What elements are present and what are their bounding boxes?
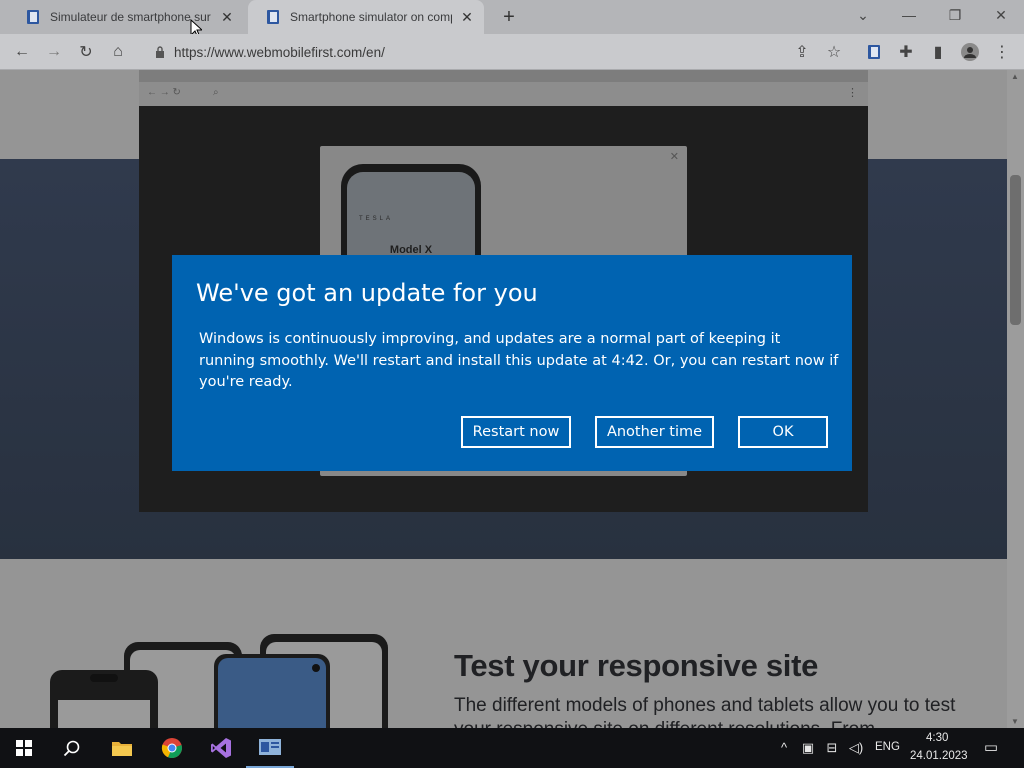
clock-time[interactable]: 4:30: [926, 732, 948, 744]
webmobilefirst-favicon-icon: [27, 10, 39, 24]
scroll-down-icon[interactable]: ▼: [1011, 717, 1019, 726]
close-window-button[interactable]: ✕: [978, 0, 1024, 30]
section-description: The different models of phones and table…: [454, 695, 956, 728]
search-icon: [63, 740, 80, 757]
tab-title: Smartphone simulator on computer: [290, 10, 452, 24]
url-text: https://www.webmobilefirst.com/en/: [174, 44, 385, 60]
modal-close-icon: ✕: [669, 151, 679, 163]
app-window-icon: [259, 739, 281, 755]
tab-title: Simulateur de smartphone sur ordinateur: [50, 10, 212, 24]
embedded-browser-toolbar: ← → ↻ ⌕ ⋮: [139, 82, 868, 106]
security-tray-icon[interactable]: ▣: [800, 740, 816, 756]
visual-studio-button[interactable]: [197, 728, 245, 768]
windows-taskbar: ^ ▣ ⊟ ◁) ENG 4:30 24.01.2023 ▭: [0, 728, 1024, 768]
browser-tab-bar: Simulateur de smartphone sur ordinateur …: [0, 0, 1024, 39]
forward-button[interactable]: →: [42, 40, 66, 64]
close-tab-icon[interactable]: ✕: [220, 9, 234, 26]
lock-icon: [156, 46, 164, 58]
visual-studio-icon: [211, 738, 231, 758]
page-scrollbar[interactable]: ▲ ▼: [1007, 70, 1024, 728]
dialog-title: We've got an update for you: [196, 279, 538, 307]
tab-smartphone-simulator[interactable]: Smartphone simulator on computer ✕: [248, 0, 484, 34]
windows-logo-icon: [16, 740, 32, 756]
another-time-button[interactable]: Another time: [595, 416, 714, 448]
tab-search-chevron-icon[interactable]: ⌄: [840, 0, 886, 30]
back-button[interactable]: ←: [10, 40, 34, 64]
address-bar[interactable]: https://www.webmobilefirst.com/en/: [140, 39, 856, 65]
notifications-icon[interactable]: ▭: [983, 740, 999, 756]
devices-illustration: [50, 634, 388, 728]
search-button[interactable]: [48, 728, 96, 768]
section-title: Test your responsive site: [454, 648, 819, 683]
embedded-menu-icon: ⋮: [847, 87, 858, 99]
profile-avatar-icon[interactable]: [958, 40, 982, 64]
folder-icon: [112, 742, 132, 756]
extension-webmobilefirst-icon[interactable]: [862, 40, 886, 64]
share-icon[interactable]: ⇪: [790, 40, 814, 64]
phone-brand-logo: TESLA: [359, 216, 394, 222]
reload-button[interactable]: ↻: [74, 40, 98, 64]
new-tab-button[interactable]: +: [498, 6, 520, 28]
bookmark-star-icon[interactable]: ☆: [822, 40, 846, 64]
show-hidden-icons-chevron-icon[interactable]: ^: [776, 740, 792, 756]
ok-button[interactable]: OK: [738, 416, 828, 448]
side-panel-icon[interactable]: ▮: [926, 40, 950, 64]
network-icon[interactable]: ⊟: [824, 740, 840, 756]
browser-menu-icon[interactable]: ⋮: [990, 40, 1014, 64]
scrollbar-thumb[interactable]: [1010, 175, 1021, 325]
browser-toolbar: ← → ↻ ⌂ https://www.webmobilefirst.com/e…: [0, 34, 1024, 70]
dialog-message: Windows is continuously improving, and u…: [199, 331, 839, 390]
language-indicator[interactable]: ENG: [875, 741, 900, 753]
restore-button[interactable]: ❐: [932, 0, 978, 30]
minimize-button[interactable]: —: [886, 0, 932, 30]
close-tab-icon[interactable]: ✕: [460, 9, 474, 26]
home-button[interactable]: ⌂: [106, 40, 130, 64]
extensions-puzzle-icon[interactable]: ✚: [894, 40, 918, 64]
scroll-up-icon[interactable]: ▲: [1011, 72, 1019, 81]
webmobilefirst-favicon-icon: [267, 10, 279, 24]
embedded-browser-tabstrip: [139, 70, 868, 82]
file-explorer-button[interactable]: [98, 728, 146, 768]
embedded-search-icon: ⌕: [213, 87, 219, 98]
volume-icon[interactable]: ◁): [848, 740, 864, 756]
chrome-icon: [161, 738, 182, 759]
windows-update-dialog: We've got an update for you Windows is c…: [172, 255, 852, 471]
start-button[interactable]: [0, 728, 48, 768]
chrome-button[interactable]: [148, 728, 196, 768]
clock-date[interactable]: 24.01.2023: [910, 750, 968, 762]
app-window-button[interactable]: [246, 728, 294, 768]
tab-simulateur[interactable]: Simulateur de smartphone sur ordinateur …: [8, 0, 244, 34]
restart-now-button[interactable]: Restart now: [461, 416, 571, 448]
